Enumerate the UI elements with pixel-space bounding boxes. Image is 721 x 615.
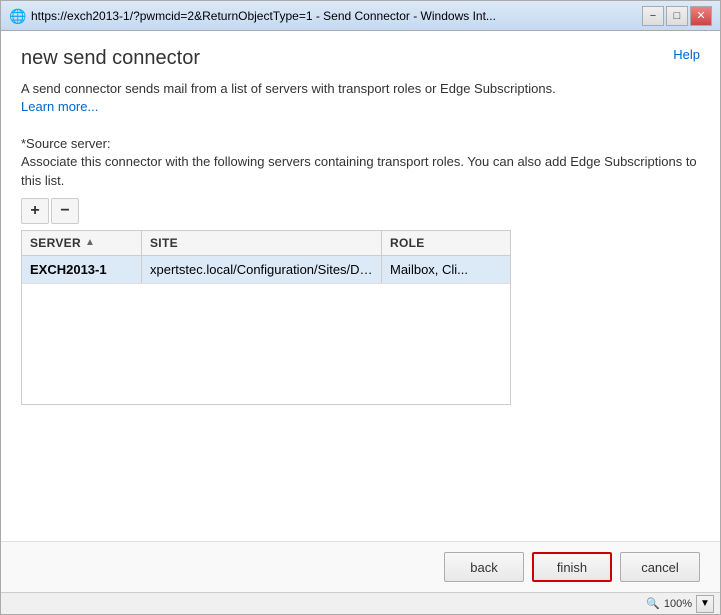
column-site[interactable]: SITE bbox=[142, 231, 382, 255]
table-header: SERVER ▲ SITE ROLE bbox=[22, 231, 510, 256]
page-title: new send connector bbox=[21, 47, 200, 70]
remove-button[interactable]: − bbox=[51, 198, 79, 224]
title-bar-text: https://exch2013-1/?pwmcid=2&ReturnObjec… bbox=[31, 9, 642, 23]
zoom-level: 100% bbox=[664, 598, 692, 610]
restore-button[interactable]: □ bbox=[666, 6, 688, 26]
cell-server: EXCH2013-1 bbox=[22, 256, 142, 283]
empty-table-area bbox=[22, 284, 510, 404]
column-server[interactable]: SERVER ▲ bbox=[22, 231, 142, 255]
header-row: new send connector Help bbox=[21, 47, 700, 70]
content-area: new send connector Help A send connector… bbox=[1, 31, 720, 541]
title-bar: 🌐 https://exch2013-1/?pwmcid=2&ReturnObj… bbox=[1, 1, 720, 31]
status-bar: 🔍 100% ▼ bbox=[1, 592, 720, 614]
help-link[interactable]: Help bbox=[673, 47, 700, 62]
main-window: 🌐 https://exch2013-1/?pwmcid=2&ReturnObj… bbox=[0, 0, 721, 615]
close-button[interactable]: ✕ bbox=[690, 6, 712, 26]
cell-site: xpertstec.local/Configuration/Sites/Defa… bbox=[142, 256, 382, 283]
source-server-description: Associate this connector with the follow… bbox=[21, 153, 700, 189]
cancel-button[interactable]: cancel bbox=[620, 552, 700, 582]
zoom-dropdown-button[interactable]: ▼ bbox=[696, 595, 714, 613]
servers-table: SERVER ▲ SITE ROLE EXCH2013-1 xpertstec.… bbox=[21, 230, 511, 405]
add-button[interactable]: + bbox=[21, 198, 49, 224]
window-controls: − □ ✕ bbox=[642, 6, 712, 26]
finish-button[interactable]: finish bbox=[532, 552, 612, 582]
browser-icon: 🌐 bbox=[9, 8, 25, 24]
back-button[interactable]: back bbox=[444, 552, 524, 582]
description-text: A send connector sends mail from a list … bbox=[21, 80, 700, 116]
cell-role: Mailbox, Cli... bbox=[382, 256, 510, 283]
table-toolbar: + − bbox=[21, 198, 700, 224]
bottom-bar: back finish cancel bbox=[1, 541, 720, 592]
column-role[interactable]: ROLE bbox=[382, 231, 510, 255]
table-row[interactable]: EXCH2013-1 xpertstec.local/Configuration… bbox=[22, 256, 510, 284]
sort-icon: ▲ bbox=[85, 237, 95, 248]
zoom-icon: 🔍 bbox=[646, 597, 660, 610]
minimize-button[interactable]: − bbox=[642, 6, 664, 26]
source-server-label: *Source server: bbox=[21, 136, 700, 151]
learn-more-link[interactable]: Learn more... bbox=[21, 99, 98, 114]
